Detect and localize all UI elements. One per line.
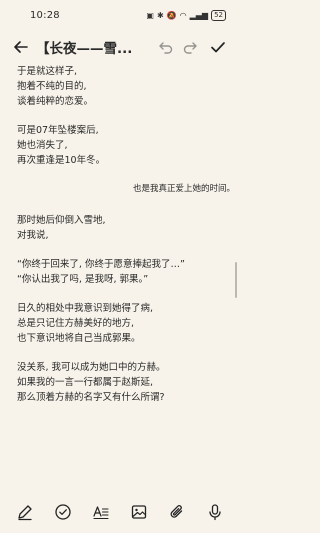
pen-icon	[18, 505, 32, 521]
paragraph: 那时她后仰倒入雪地, 对我说,	[17, 213, 227, 243]
text-line: 没关系, 我可以成为她口中的方赫。	[17, 362, 166, 373]
insert-image-button[interactable]	[128, 501, 150, 523]
battery-level: 52	[214, 10, 223, 19]
bottom-toolbar	[0, 496, 240, 528]
battery-icon: 52	[211, 9, 226, 21]
paragraph: 日久的相处中我意识到她得了病, 总是只记住方赫美好的地方, 也下意识地将自己当成…	[17, 301, 227, 346]
text-line: 于是就这样子,	[17, 66, 78, 77]
text-line: 那时她后仰倒入雪地,	[17, 215, 106, 226]
status-icons: ▣ ✱ 🔕 ◠ ▂▄▆ 52	[146, 9, 226, 21]
back-arrow-icon	[14, 41, 28, 53]
text-line: 日久的相处中我意识到她得了病,	[17, 303, 154, 314]
paragraph: “你终于回来了, 你终于愿意捧起我了…” “你认出我了吗, 是我呀, 郭果。”	[17, 257, 227, 287]
text-line: 谈着纯粹的恋爱。	[17, 96, 94, 107]
wifi-icon: ◠	[179, 10, 187, 20]
image-icon	[131, 505, 147, 519]
note-title[interactable]: 【长夜——雪...	[36, 37, 148, 57]
paragraph: 可是07年坠楼案后, 她也消失了, 再次重逢是10年冬。	[17, 123, 227, 168]
status-bar: 10:28 ▣ ✱ 🔕 ◠ ▂▄▆ 52	[0, 0, 240, 30]
text-line: “你认出我了吗, 是我呀, 郭果。”	[17, 274, 149, 285]
redo-icon	[183, 42, 197, 54]
checklist-icon	[55, 504, 71, 520]
text-line: 抱着不纯的目的,	[17, 81, 87, 92]
text-line: 她也消失了,	[17, 140, 68, 151]
attachment-icon	[170, 505, 183, 518]
status-time: 10:28	[30, 9, 60, 21]
bluetooth-icon: ✱	[156, 10, 164, 20]
save-button[interactable]	[206, 35, 230, 59]
paragraph: 也是我真正爱上她的时间。	[17, 182, 235, 197]
paragraph: 于是就这样子, 抱着不纯的目的, 谈着纯粹的恋爱。	[17, 64, 227, 109]
redo-button[interactable]	[178, 35, 202, 59]
mute-icon: 🔕	[166, 10, 177, 20]
note-body[interactable]: 于是就这样子, 抱着不纯的目的, 谈着纯粹的恋爱。 可是07年坠楼案后, 她也消…	[17, 64, 235, 419]
paragraph: 没关系, 我可以成为她口中的方赫。 如果我的一言一行都属于赵斯延, 那么顶着方赫…	[17, 360, 227, 405]
text-line: 可是07年坠楼案后,	[17, 125, 99, 136]
editor-toolbar: 【长夜——雪...	[0, 33, 240, 61]
text-format-button[interactable]	[90, 501, 112, 523]
check-icon	[211, 42, 225, 53]
text-line: 也下意识地将自己当成郭果。	[17, 333, 141, 344]
scrollbar[interactable]	[235, 262, 237, 298]
text-line-right-aligned: 也是我真正爱上她的时间。	[132, 184, 235, 194]
nfc-icon: ▣	[146, 10, 154, 20]
undo-icon	[159, 42, 173, 54]
text-line: 总是只记住方赫美好的地方,	[17, 318, 135, 329]
text-line: 对我说,	[17, 230, 49, 241]
undo-button[interactable]	[154, 35, 178, 59]
text-line: 再次重逢是10年冬。	[17, 155, 106, 166]
microphone-icon	[209, 504, 221, 521]
text-line: “你终于回来了, 你终于愿意捧起我了…”	[17, 259, 185, 270]
text-format-icon	[93, 506, 109, 520]
checklist-button[interactable]	[52, 501, 74, 523]
signal-icon: ▂▄▆	[189, 10, 209, 20]
text-line: 如果我的一言一行都属于赵斯延,	[17, 377, 154, 388]
back-button[interactable]	[10, 35, 32, 59]
attachment-button[interactable]	[166, 501, 188, 523]
handwriting-button[interactable]	[14, 501, 36, 523]
voice-input-button[interactable]	[204, 501, 226, 523]
text-line: 那么顶着方赫的名字又有什么所谓?	[17, 392, 165, 403]
